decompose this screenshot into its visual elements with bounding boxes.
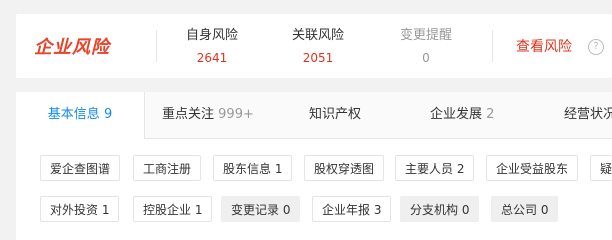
change-alert-label: 变更提醒 <box>399 28 452 43</box>
chip-shareholder-info[interactable]: 股东信息 1 <box>213 155 293 181</box>
chip-holding-companies[interactable]: 控股企业 1 <box>133 196 213 222</box>
chip-annual-reports[interactable]: 企业年报 3 <box>312 196 392 222</box>
tab-business-status[interactable]: 经营状况 <box>564 92 612 138</box>
risk-title: 企业风险 <box>34 37 110 58</box>
chip-branches[interactable]: 分支机构 0 <box>400 196 480 222</box>
divider <box>492 30 493 62</box>
chip-business-registration[interactable]: 工商注册 <box>133 155 202 181</box>
tab-intellectual-property[interactable]: 知识产权 <box>309 92 361 138</box>
tab-divider <box>144 92 145 138</box>
tab-label: 企业发展 <box>430 107 483 122</box>
tab-count: 9 <box>103 107 113 122</box>
change-alert-value[interactable]: 0 <box>371 49 481 67</box>
tab-label: 经营状况 <box>564 107 612 122</box>
help-icon[interactable]: ? <box>588 39 604 55</box>
related-risk-label: 关联风险 <box>291 28 344 43</box>
chip-key-personnel[interactable]: 主要人员 2 <box>395 155 475 181</box>
chip-outbound-investment[interactable]: 对外投资 1 <box>40 196 120 222</box>
company-info-card: 基本信息 9 重点关注 999+ 知识产权 企业发展 2 经营状况 爱企查图谱 … <box>16 92 612 240</box>
self-risk-label: 自身风险 <box>185 28 238 43</box>
chip-head-office[interactable]: 总公司 0 <box>491 196 559 222</box>
tab-label: 基本信息 <box>47 107 100 122</box>
self-risk-value[interactable]: 2641 <box>157 49 267 67</box>
tab-label: 知识产权 <box>309 107 362 122</box>
tab-basic-info[interactable]: 基本信息 9 <box>16 92 144 139</box>
self-risk-stat[interactable]: 自身风险 2641 <box>157 26 267 67</box>
tab-key-focus[interactable]: 重点关注 999+ <box>162 92 254 138</box>
chip-beneficial-shareholders[interactable]: 企业受益股东 <box>486 155 579 181</box>
tab-count: 999+ <box>218 107 254 122</box>
tab-label: 重点关注 <box>162 107 215 122</box>
view-risk-link[interactable]: 查看风险 <box>516 36 572 56</box>
tab-bar: 基本信息 9 重点关注 999+ 知识产权 企业发展 2 经营状况 <box>16 92 612 139</box>
tab-count: 2 <box>486 107 495 122</box>
change-alert-stat[interactable]: 变更提醒 0 <box>371 26 481 67</box>
tab-enterprise-development[interactable]: 企业发展 2 <box>430 92 494 138</box>
related-risk-value[interactable]: 2051 <box>263 49 373 67</box>
related-risk-stat[interactable]: 关联风险 2051 <box>263 26 373 67</box>
chip-equity-penetration[interactable]: 股权穿透图 <box>304 155 385 181</box>
chip-change-records[interactable]: 变更记录 0 <box>221 196 301 222</box>
chip-truncated[interactable]: 疑 <box>590 155 612 181</box>
chip-aiqicha-graph[interactable]: 爱企查图谱 <box>40 155 121 181</box>
risk-summary-card: 企业风险 自身风险 2641 关联风险 2051 变更提醒 0 查看风险 ? <box>16 14 612 78</box>
